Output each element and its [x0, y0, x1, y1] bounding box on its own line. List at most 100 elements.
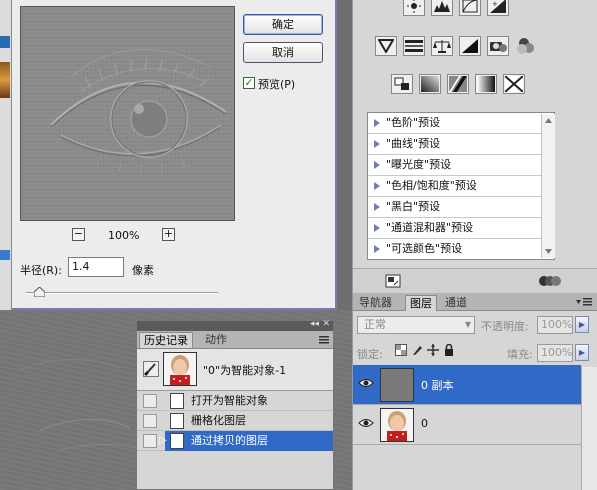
opacity-input[interactable]: 100% — [537, 316, 573, 334]
expand-triangle-icon — [374, 182, 380, 190]
history-snapshot-row[interactable]: "0"为智能对象-1 — [137, 349, 333, 391]
history-brush-icon[interactable] — [143, 361, 159, 377]
fill-label: 填充: — [507, 348, 533, 361]
cancel-button[interactable]: 取消 — [243, 42, 323, 63]
panel-menu-icon[interactable] — [313, 334, 331, 346]
radius-label: 半径(R): — [20, 264, 62, 277]
zoom-out-button[interactable]: − — [72, 228, 85, 241]
close-icon[interactable]: ✕ — [322, 319, 330, 329]
curves-icon[interactable] — [459, 0, 481, 16]
layer-name[interactable]: 0 — [421, 417, 428, 430]
opacity-slider-arrow-icon[interactable]: ▶ — [575, 316, 589, 333]
preview-checkbox-label[interactable]: 预览(P) — [258, 76, 295, 92]
history-item-label: 通过拷贝的图层 — [165, 431, 333, 451]
tab-actions[interactable]: 动作 — [201, 332, 231, 348]
eye-icon[interactable] — [357, 417, 375, 433]
layer-row[interactable]: 0 — [353, 405, 581, 445]
layer-row[interactable]: 0 副本 — [353, 365, 581, 405]
history-item-label: 栅格化图层 — [191, 414, 246, 427]
panel-menu-icon[interactable] — [575, 296, 593, 308]
document-icon — [170, 433, 184, 449]
filter-preview[interactable] — [20, 6, 235, 221]
lock-pixels-icon[interactable] — [411, 344, 423, 356]
history-tabbar: 历史记录 动作 — [137, 331, 333, 349]
hue-saturation-icon[interactable] — [403, 36, 425, 56]
layer-thumbnail — [380, 368, 414, 402]
black-white-icon[interactable] — [459, 36, 481, 56]
adjustment-presets-list: "色阶"预设 "曲线"预设 "曝光度"预设 "色相/饱和度"预设 "黑白"预设 … — [367, 112, 555, 260]
radius-input[interactable]: 1.4 — [68, 257, 124, 277]
history-state-slider-icon[interactable]: ▷ — [159, 435, 167, 446]
tab-channels[interactable]: 通道 — [441, 295, 471, 311]
lock-position-icon[interactable] — [427, 344, 439, 356]
high-pass-dialog: 确定 取消 ✓ 预览(P) − 100% + 半径(R): 1.4 像素 — [12, 0, 337, 310]
lock-options — [395, 344, 455, 358]
history-panel: ◂◂ ✕ 历史记录 动作 "0"为智能对象-1 打开为智能对象 栅格化图层 通过… — [136, 319, 334, 490]
preset-item[interactable]: "黑白"预设 — [368, 197, 554, 218]
history-source-checkbox[interactable] — [143, 394, 157, 408]
selective-color-icon[interactable] — [503, 74, 525, 94]
tab-history[interactable]: 历史记录 — [139, 332, 193, 348]
layer-name[interactable]: 0 副本 — [421, 377, 454, 393]
channel-mixer-icon[interactable] — [515, 36, 537, 56]
document-icon — [170, 413, 184, 429]
radius-slider-thumb[interactable] — [33, 286, 46, 298]
expand-triangle-icon — [374, 203, 380, 211]
adjustments-footer — [353, 268, 597, 293]
photo-filter-icon[interactable] — [487, 36, 509, 56]
preview-checkbox[interactable]: ✓ — [243, 77, 255, 89]
preset-item[interactable]: "色相/饱和度"预设 — [368, 176, 554, 197]
preset-item[interactable]: "曝光度"预设 — [368, 155, 554, 176]
gradient-map-icon[interactable] — [475, 74, 497, 94]
fill-slider-arrow-icon[interactable]: ▶ — [575, 344, 589, 361]
threshold-icon[interactable] — [447, 74, 469, 94]
history-source-checkbox[interactable] — [143, 434, 157, 448]
vibrance-icon[interactable] — [375, 36, 397, 56]
blend-mode-value: 正常 — [364, 318, 386, 331]
history-item[interactable]: 通过拷贝的图层 ▷ — [137, 431, 333, 451]
history-source-checkbox[interactable] — [143, 414, 157, 428]
eye-icon[interactable] — [357, 377, 375, 393]
lock-all-icon[interactable] — [443, 344, 455, 356]
collapse-icon[interactable]: ◂◂ — [310, 319, 319, 329]
exposure-icon[interactable]: + — [487, 0, 509, 16]
ok-button[interactable]: 确定 — [243, 14, 323, 35]
svg-text:+: + — [492, 0, 498, 8]
history-titlebar[interactable]: ◂◂ ✕ — [137, 319, 333, 331]
slider-thumb-icon — [33, 286, 46, 298]
posterize-icon[interactable] — [419, 74, 441, 94]
layer-thumbnail — [380, 408, 414, 442]
levels-icon[interactable] — [431, 0, 453, 16]
lock-label: 锁定: — [357, 348, 383, 361]
preset-item[interactable]: "曲线"预设 — [368, 134, 554, 155]
expand-triangle-icon — [374, 245, 380, 253]
radius-slider-track[interactable] — [26, 292, 218, 294]
history-item[interactable]: 栅格化图层 — [137, 411, 333, 431]
expand-triangle-icon — [374, 140, 380, 148]
tab-layers[interactable]: 图层 — [405, 295, 437, 311]
zoom-level: 100% — [108, 229, 140, 242]
preset-item[interactable]: "通道混和器"预设 — [368, 218, 554, 239]
scroll-arrows-icon — [545, 118, 552, 254]
layers-scrollbar[interactable] — [581, 367, 597, 490]
clip-visibility-icon[interactable] — [539, 274, 561, 288]
expand-triangle-icon — [374, 161, 380, 169]
expand-triangle-icon — [374, 224, 380, 232]
chevron-down-icon: ▼ — [464, 320, 471, 329]
fill-input[interactable]: 100% — [537, 344, 573, 362]
expand-triangle-icon — [374, 119, 380, 127]
blend-mode-select[interactable]: 正常 ▼ — [357, 316, 475, 334]
zoom-in-button[interactable]: + — [162, 228, 175, 241]
preset-item[interactable]: "色阶"预设 — [368, 113, 554, 134]
color-balance-icon[interactable] — [431, 36, 453, 56]
tab-navigator[interactable]: 导航器 — [355, 295, 396, 311]
snapshot-thumbnail — [163, 352, 197, 386]
lock-transparency-icon[interactable] — [395, 344, 407, 356]
preset-item[interactable]: "可选颜色"预设 — [368, 239, 554, 260]
invert-icon[interactable] — [391, 74, 413, 94]
background-window-fragment — [0, 36, 10, 48]
history-item[interactable]: 打开为智能对象 — [137, 391, 333, 411]
presets-scrollbar[interactable] — [541, 114, 555, 258]
return-to-list-icon[interactable] — [385, 274, 401, 288]
brightness-contrast-icon[interactable] — [403, 0, 425, 16]
